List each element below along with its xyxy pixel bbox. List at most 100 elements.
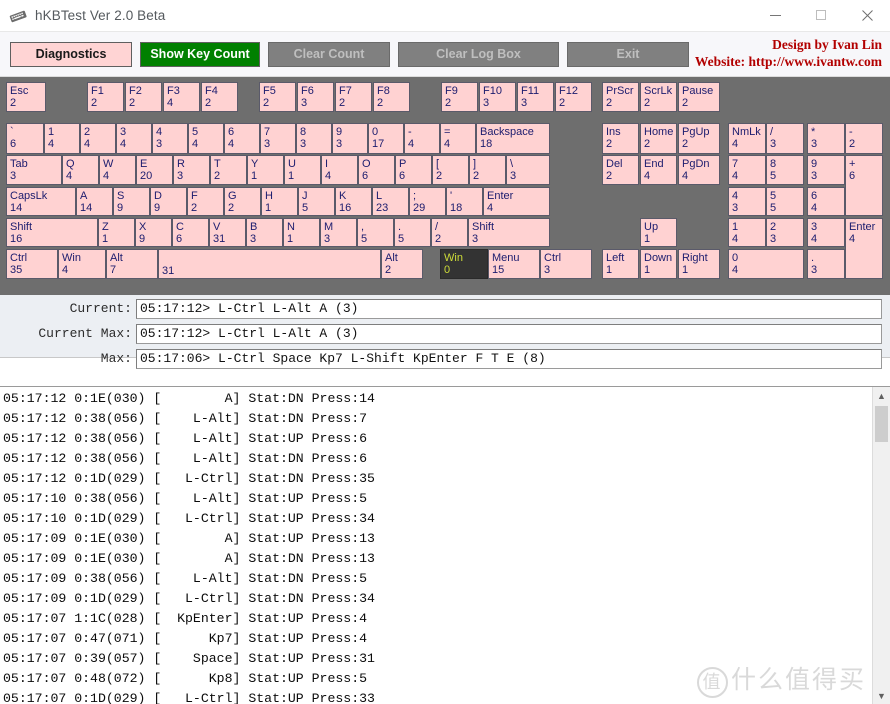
key-count: 3 [336, 138, 367, 150]
key-label: , [361, 221, 393, 233]
key-label: K [339, 190, 371, 202]
key-count: 4 [103, 170, 135, 182]
key-count: 16 [10, 233, 97, 245]
key-count: 29 [413, 202, 445, 214]
key-count: 6 [10, 138, 43, 150]
key-count: 0 [444, 264, 487, 276]
key-win: Win0 [440, 249, 488, 279]
key-label: Q [66, 158, 98, 170]
minimize-button[interactable] [752, 0, 798, 30]
key-f5: F52 [259, 82, 296, 112]
key-key: `6 [6, 123, 44, 154]
key-count: 5 [302, 202, 334, 214]
key-count: 1 [644, 264, 676, 276]
key-0: 017 [368, 123, 404, 154]
key-5: 55 [766, 187, 804, 216]
scroll-down-icon[interactable]: ▼ [873, 687, 890, 704]
key-label: PgUp [682, 126, 719, 138]
key-right: Right1 [678, 249, 720, 279]
key-label: 1 [48, 126, 79, 138]
key-label: F5 [263, 85, 295, 97]
key-label: U [288, 158, 320, 170]
key-pgdn: PgDn4 [678, 155, 720, 185]
key-g: G2 [224, 187, 261, 216]
key-f10: F103 [479, 82, 516, 112]
key-2: 23 [766, 218, 804, 247]
key-label: Win [444, 252, 487, 264]
key-count: 4 [192, 138, 223, 150]
key-label: D [154, 190, 186, 202]
key-u: U1 [284, 155, 321, 185]
key-label: Backspace [480, 126, 549, 138]
key-label: Esc [10, 85, 45, 97]
maximize-button[interactable] [798, 0, 844, 30]
status-value-field[interactable]: 05:17:06> L-Ctrl Space Kp7 L-Shift KpEnt… [136, 349, 882, 369]
key-6: 64 [224, 123, 260, 154]
key-m: M3 [320, 218, 357, 247]
key-count: 3 [544, 264, 591, 276]
key-label: 9 [811, 158, 844, 170]
key-b: B3 [246, 218, 283, 247]
key-label: O [362, 158, 394, 170]
key-label: . [398, 221, 430, 233]
key-7: 73 [260, 123, 296, 154]
keyboard-icon [9, 8, 27, 24]
key-o: O6 [358, 155, 395, 185]
key-count: 6 [176, 233, 208, 245]
key-label: [ [436, 158, 468, 170]
scroll-up-icon[interactable]: ▲ [873, 387, 890, 404]
key-6: 64 [807, 187, 845, 216]
key-count: 4 [849, 233, 882, 245]
log-line: 05:17:12 0:38(056) [ L-Alt] Stat:UP Pres… [3, 429, 872, 449]
key-pause: Pause2 [678, 82, 720, 112]
scrollbar-thumb[interactable] [875, 406, 888, 442]
key-count: 5 [770, 170, 803, 182]
toolbar-button-show-key-count[interactable]: Show Key Count [140, 42, 260, 67]
key-label: 4 [732, 190, 765, 202]
key-count: 2 [606, 138, 638, 150]
key-count: 4 [644, 170, 676, 182]
key-label: Menu [492, 252, 539, 264]
status-label: Current: [0, 299, 136, 319]
key-label: Shift [10, 221, 97, 233]
key-0: 04 [728, 249, 804, 279]
log-line: 05:17:10 0:1D(029) [ L-Ctrl] Stat:UP Pre… [3, 509, 872, 529]
key-count: 2 [682, 138, 719, 150]
key-count: 18 [480, 138, 549, 150]
key-label: L [376, 190, 408, 202]
key-count: 14 [80, 202, 112, 214]
log-box[interactable]: 05:17:12 0:1E(030) [ A] Stat:DN Press:14… [0, 386, 890, 704]
key-j: J5 [298, 187, 335, 216]
key-v: V31 [209, 218, 246, 247]
key-label: Ctrl [10, 252, 57, 264]
key-label: C [176, 221, 208, 233]
key-nmlk: NmLk4 [728, 123, 766, 154]
log-line: 05:17:09 0:1D(029) [ L-Ctrl] Stat:DN Pre… [3, 589, 872, 609]
key-alt: Alt2 [381, 249, 423, 279]
key-key: /3 [766, 123, 804, 154]
status-value-field[interactable]: 05:17:12> L-Ctrl L-Alt A (3) [136, 324, 882, 344]
key-x: X9 [135, 218, 172, 247]
key-label: 6 [228, 126, 259, 138]
key-2: 24 [80, 123, 116, 154]
log-scrollbar[interactable]: ▲ ▼ [872, 387, 890, 704]
close-button[interactable] [844, 0, 890, 30]
key-count: 2 [606, 170, 638, 182]
key-win: Win4 [58, 249, 106, 279]
key-count: 5 [770, 202, 803, 214]
toolbar-button-diagnostics[interactable]: Diagnostics [10, 42, 132, 67]
key-key: +6 [845, 155, 883, 216]
key-count: 2 [228, 202, 260, 214]
key-count: 2 [385, 264, 422, 276]
key-label: F9 [445, 85, 477, 97]
status-value-field[interactable]: 05:17:12> L-Ctrl L-Alt A (3) [136, 299, 882, 319]
key-count: 2 [559, 97, 591, 109]
key-enter: Enter4 [483, 187, 550, 216]
key-label: F11 [521, 85, 553, 97]
key-label: 0 [732, 252, 803, 264]
key-count: 5 [398, 233, 430, 245]
key-count: 6 [849, 170, 882, 182]
key-q: Q4 [62, 155, 99, 185]
key-count: 3 [510, 170, 549, 182]
key-count: 1 [682, 264, 719, 276]
